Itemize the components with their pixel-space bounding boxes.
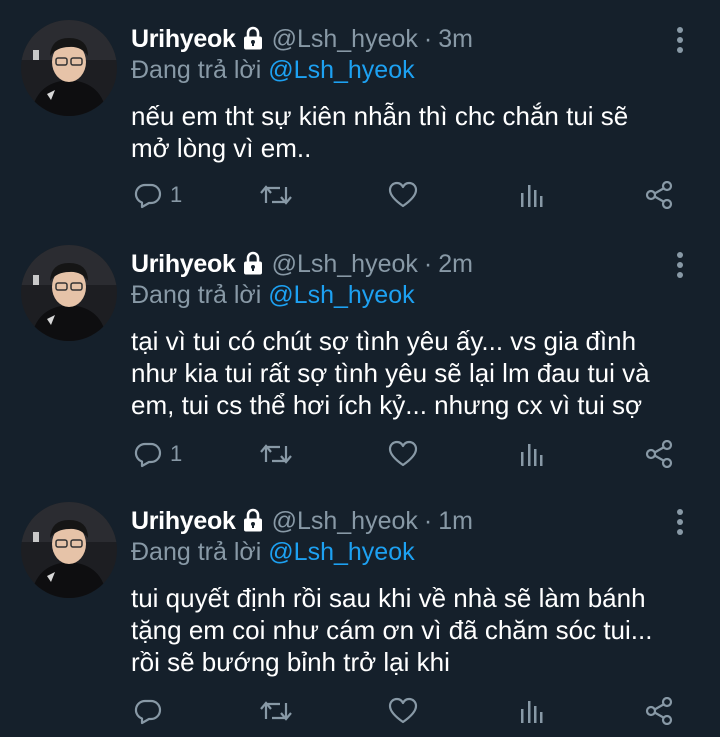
mention-link[interactable]: @Lsh_hyeok [268, 56, 414, 84]
tweet-text: nếu em tht sự kiên nhẫn thì chc chắn tui… [131, 101, 629, 163]
reply-button[interactable]: 1 [134, 175, 182, 215]
reply-count: 1 [170, 441, 183, 466]
retweet-icon [259, 181, 293, 209]
tweet[interactable]: Urihyeok @Lsh_hyeok · 3m Đang trả lời @L… [0, 20, 720, 220]
tweet-text: tui quyết định rồi sau khi về nhà sẽ làm… [131, 583, 653, 677]
analytics-button[interactable] [520, 691, 544, 731]
heart-icon [388, 697, 418, 725]
more-vertical-icon[interactable] [672, 508, 688, 536]
analytics-icon [520, 181, 544, 209]
lock-icon [242, 251, 264, 277]
separator-dot: · [423, 24, 433, 53]
replying-to: Đang trả lời @Lsh_hyeok [131, 56, 415, 85]
retweet-button[interactable] [259, 434, 293, 474]
retweet-icon [259, 440, 293, 468]
tweet[interactable]: Urihyeok @Lsh_hyeok · 1m Đang trả lời @L… [0, 502, 720, 737]
timestamp[interactable]: 1m [438, 507, 473, 536]
replying-to-label: Đang trả lời [131, 56, 262, 84]
like-button[interactable] [388, 434, 418, 474]
heart-icon [388, 181, 418, 209]
replying-to: Đang trả lời @Lsh_hyeok [131, 538, 415, 567]
share-button[interactable] [645, 175, 673, 215]
reply-icon [134, 697, 162, 725]
share-button[interactable] [645, 434, 673, 474]
analytics-button[interactable] [520, 434, 544, 474]
mention-link[interactable]: @Lsh_hyeok [268, 538, 414, 566]
analytics-button[interactable] [520, 175, 544, 215]
replying-to-label: Đang trả lời [131, 281, 262, 309]
action-bar [0, 691, 720, 731]
author-name[interactable]: Urihyeok [131, 507, 236, 536]
like-button[interactable] [388, 175, 418, 215]
share-icon [645, 697, 673, 725]
share-button[interactable] [645, 691, 673, 731]
lock-icon [242, 26, 264, 52]
reply-icon [134, 181, 162, 209]
more-vertical-icon[interactable] [672, 26, 688, 54]
analytics-icon [520, 697, 544, 725]
more-vertical-icon[interactable] [672, 251, 688, 279]
separator-dot: · [423, 249, 433, 278]
replying-to: Đang trả lời @Lsh_hyeok [131, 281, 415, 310]
mention-link[interactable]: @Lsh_hyeok [268, 281, 414, 309]
tweet-text: tại vì tui có chút sợ tình yêu ấy... vs … [131, 326, 650, 420]
author-handle[interactable]: @Lsh_hyeok [272, 250, 418, 279]
separator-dot: · [423, 506, 433, 535]
author-handle[interactable]: @Lsh_hyeok [272, 25, 418, 54]
share-icon [645, 181, 673, 209]
reply-button[interactable]: 1 [134, 434, 182, 474]
avatar[interactable] [21, 502, 117, 598]
retweet-button[interactable] [259, 691, 293, 731]
retweet-button[interactable] [259, 175, 293, 215]
timestamp[interactable]: 3m [438, 25, 473, 54]
timestamp[interactable]: 2m [438, 250, 473, 279]
author-handle[interactable]: @Lsh_hyeok [272, 507, 418, 536]
share-icon [645, 440, 673, 468]
author-name[interactable]: Urihyeok [131, 250, 236, 279]
reply-icon [134, 440, 162, 468]
retweet-icon [259, 697, 293, 725]
reply-count: 1 [170, 182, 183, 207]
lock-icon [242, 508, 264, 534]
replying-to-label: Đang trả lời [131, 538, 262, 566]
avatar[interactable] [21, 20, 117, 116]
heart-icon [388, 440, 418, 468]
tweet[interactable]: Urihyeok @Lsh_hyeok · 2m Đang trả lời @L… [0, 245, 720, 485]
analytics-icon [520, 440, 544, 468]
action-bar: 1 [0, 434, 720, 474]
like-button[interactable] [388, 691, 418, 731]
reply-button[interactable] [134, 691, 170, 731]
author-name[interactable]: Urihyeok [131, 25, 236, 54]
action-bar: 1 [0, 175, 720, 215]
avatar[interactable] [21, 245, 117, 341]
